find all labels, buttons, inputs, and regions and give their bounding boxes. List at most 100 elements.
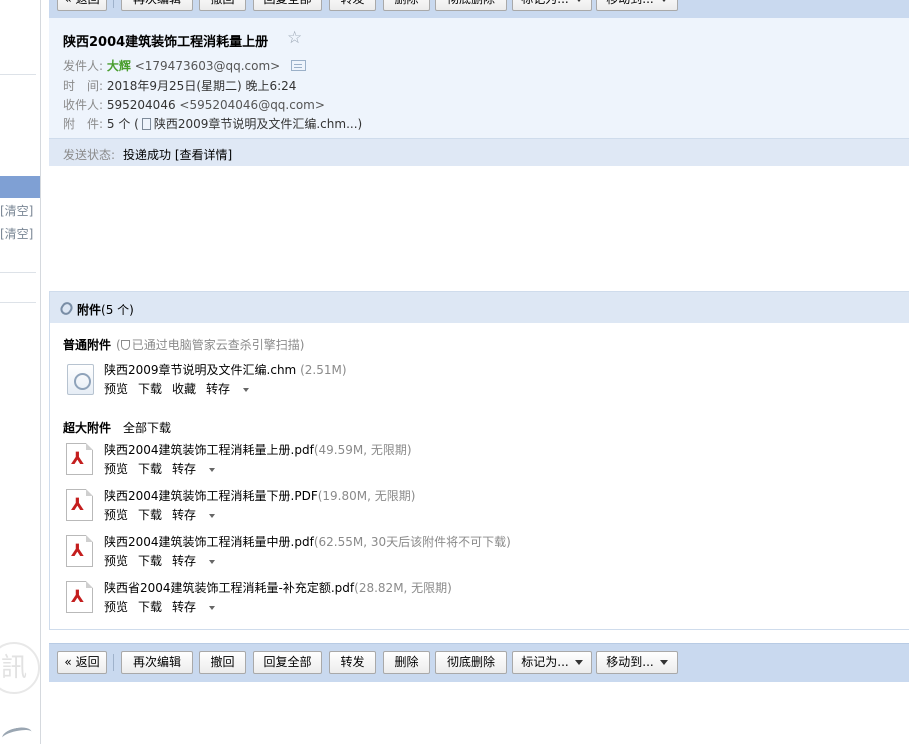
attachment-name[interactable]: 陕西2004建筑装饰工程消耗量上册.pdf(49.59M, 无限期) xyxy=(104,441,412,458)
clear-link[interactable]: [清空] xyxy=(0,202,40,219)
preview-link[interactable]: 预览 xyxy=(104,382,128,396)
attachment-actions: 预览 下载 转存 xyxy=(104,598,225,615)
attachment-item: ⅄ 陕西2004建筑装饰工程消耗量下册.PDF(19.80M, 无限期) 预览下… xyxy=(64,487,844,527)
sender-address: <179473603@qq.com> xyxy=(134,59,281,73)
reedit-button[interactable]: 再次编辑 xyxy=(121,0,193,11)
reply-all-button[interactable]: 回复全部 xyxy=(253,651,322,674)
forward-button[interactable]: 转发 xyxy=(329,0,376,11)
chevron-down-icon xyxy=(659,0,668,2)
chevron-down-icon xyxy=(574,0,583,2)
shield-icon xyxy=(120,340,130,350)
attachments-count: (5 个) xyxy=(101,303,134,317)
paperclip-icon xyxy=(58,300,75,317)
time-label: 时 间: xyxy=(63,79,104,93)
favorite-link[interactable]: 收藏 xyxy=(172,382,196,396)
move-to-label: 移动到... xyxy=(606,0,653,6)
mark-as-dropdown[interactable]: 标记为... xyxy=(512,651,592,674)
move-to-dropdown[interactable]: 移动到... xyxy=(596,651,678,674)
preview-link[interactable]: 预览 xyxy=(104,462,128,476)
time-row: 时 间: 2018年9月25日(星期二) 晚上6:24 xyxy=(63,77,296,94)
mark-as-label: 标记为... xyxy=(521,0,568,6)
download-link[interactable]: 下载 xyxy=(138,554,162,568)
caret-down-icon xyxy=(209,467,216,472)
save-dropdown[interactable]: 转存 xyxy=(172,462,216,476)
caret-down-icon xyxy=(243,387,250,392)
mark-as-label: 标记为... xyxy=(521,655,569,669)
save-dropdown[interactable]: 转存 xyxy=(172,554,216,568)
file-icon xyxy=(141,118,151,130)
caret-down-icon xyxy=(209,605,216,610)
attachment-actions: 预览 下载 转存 xyxy=(104,460,225,477)
toolbar-separator xyxy=(113,654,114,671)
download-link[interactable]: 下载 xyxy=(138,600,162,614)
sender-name[interactable]: 大辉 xyxy=(107,59,131,73)
back-button[interactable]: « 返回 xyxy=(57,651,107,674)
mail-header: 陕西2004建筑装饰工程消耗量上册 ☆ 发件人: 大辉 <179473603@q… xyxy=(49,18,909,166)
reply-all-button[interactable]: 回复全部 xyxy=(253,0,322,11)
download-link[interactable]: 下载 xyxy=(138,382,162,396)
chevron-down-icon xyxy=(574,660,583,665)
delete-button[interactable]: 删除 xyxy=(383,651,430,674)
attachment-actions: 预览 下载 转存 xyxy=(104,506,225,523)
attachments-header: 附件(5 个) xyxy=(50,292,909,323)
attachment-item: 陕西2009章节说明及文件汇编.chm (2.51M) 预览 下载 收藏 转存 xyxy=(64,361,844,401)
bird-logo xyxy=(0,725,34,744)
preview-link[interactable]: 预览 xyxy=(104,554,128,568)
attachment-item: ⅄ 陕西2004建筑装饰工程消耗量上册.pdf(49.59M, 无限期) 预览下… xyxy=(64,441,844,481)
sidebar-divider xyxy=(0,302,36,303)
chm-file-icon[interactable] xyxy=(67,364,94,395)
toolbar-top: « 返回 再次编辑 撤回 回复全部 转发 删除 彻底删除 标记为... 移动到.… xyxy=(49,0,909,18)
save-dropdown[interactable]: 转存 xyxy=(172,600,216,614)
pdf-file-icon[interactable]: ⅄ xyxy=(66,443,93,475)
star-icon[interactable]: ☆ xyxy=(287,28,302,48)
download-link[interactable]: 下载 xyxy=(138,508,162,522)
caret-down-icon xyxy=(209,559,216,564)
attachment-name[interactable]: 陕西2004建筑装饰工程消耗量中册.pdf(62.55M, 30天后该附件将不可… xyxy=(104,533,511,550)
perm-delete-button[interactable]: 彻底删除 xyxy=(435,651,507,674)
to-row: 收件人: 595204046 <595204046@qq.com> xyxy=(63,96,325,113)
forward-button[interactable]: 转发 xyxy=(329,651,376,674)
sidebar-selected-item[interactable] xyxy=(0,176,40,198)
pdf-file-icon[interactable]: ⅄ xyxy=(66,581,93,613)
move-to-dropdown[interactable]: 移动到... xyxy=(596,0,678,11)
attachment-actions: 预览 下载 收藏 转存 xyxy=(104,380,259,397)
toolbar-separator xyxy=(113,0,114,8)
attachment-name[interactable]: 陕西省2004建筑装饰工程消耗量-补充定额.pdf(28.82M, 无限期) xyxy=(104,579,452,596)
attachment-size: (62.55M, 30天后该附件将不可下载) xyxy=(313,535,511,549)
attachment-item: ⅄ 陕西2004建筑装饰工程消耗量中册.pdf(62.55M, 30天后该附件将… xyxy=(64,533,844,573)
preview-link[interactable]: 预览 xyxy=(104,508,128,522)
vcard-icon[interactable] xyxy=(291,60,307,71)
send-status-link[interactable]: 投递成功 [查看详情] xyxy=(123,146,232,163)
chevron-down-icon xyxy=(659,660,668,665)
pdf-file-icon[interactable]: ⅄ xyxy=(66,535,93,567)
attachment-name[interactable]: 陕西2004建筑装饰工程消耗量下册.PDF(19.80M, 无限期) xyxy=(104,487,415,504)
reedit-button[interactable]: 再次编辑 xyxy=(121,651,193,674)
send-status-bar: 发送状态: 投递成功 [查看详情] xyxy=(49,138,909,166)
mail-subject: 陕西2004建筑装饰工程消耗量上册 xyxy=(63,35,269,50)
delete-button[interactable]: 删除 xyxy=(383,0,430,11)
download-all-link[interactable]: 全部下载 xyxy=(123,419,171,436)
perm-delete-button[interactable]: 彻底删除 xyxy=(435,0,507,11)
attachment-summary-link[interactable]: 陕西2009章节说明及文件汇编.chm...) xyxy=(154,117,362,131)
recipient-address: <595204046@qq.com> xyxy=(179,98,325,112)
to-label: 收件人: xyxy=(63,98,104,112)
pdf-file-icon[interactable]: ⅄ xyxy=(66,489,93,521)
save-dropdown[interactable]: 转存 xyxy=(206,382,250,396)
send-time: 2018年9月25日(星期二) 晚上6:24 xyxy=(106,79,297,93)
recall-button[interactable]: 撤回 xyxy=(199,0,246,11)
back-button[interactable]: « 返回 xyxy=(57,0,107,11)
attachment-name[interactable]: 陕西2009章节说明及文件汇编.chm (2.51M) xyxy=(104,361,347,378)
move-to-label: 移动到... xyxy=(606,655,654,669)
preview-link[interactable]: 预览 xyxy=(104,600,128,614)
attachment-count: 5 个 ( xyxy=(106,117,139,131)
clear-link[interactable]: [清空] xyxy=(0,225,40,242)
recall-button[interactable]: 撤回 xyxy=(199,651,246,674)
save-dropdown[interactable]: 转存 xyxy=(172,508,216,522)
attachment-label: 附 件: xyxy=(63,117,104,131)
mark-as-dropdown[interactable]: 标记为... xyxy=(512,0,592,11)
sidebar-divider xyxy=(0,272,36,273)
sidebar-divider xyxy=(0,74,36,75)
download-link[interactable]: 下载 xyxy=(138,462,162,476)
recipient-name[interactable]: 595204046 xyxy=(107,98,176,112)
large-attachments-title: 超大附件 xyxy=(63,421,112,435)
